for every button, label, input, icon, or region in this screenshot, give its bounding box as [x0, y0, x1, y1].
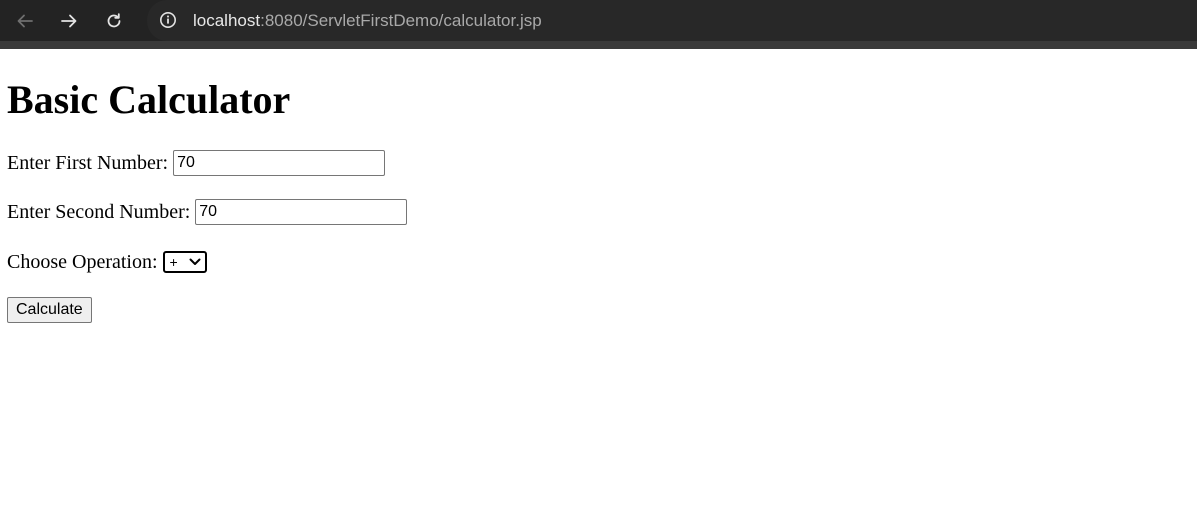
browser-toolbar: localhost:8080/ServletFirstDemo/calculat… — [0, 0, 1197, 49]
toolbar-divider — [0, 41, 1197, 49]
chevron-down-icon — [189, 258, 201, 265]
second-number-label: Enter Second Number: — [7, 201, 191, 223]
reload-button[interactable] — [99, 6, 129, 36]
first-number-label: Enter First Number: — [7, 152, 169, 174]
first-number-row: Enter First Number: — [7, 150, 386, 176]
url-path: :8080/ServletFirstDemo/calculator.jsp — [260, 11, 542, 30]
url-text[interactable]: localhost:8080/ServletFirstDemo/calculat… — [193, 10, 542, 31]
operation-label: Choose Operation: — [7, 251, 158, 273]
operation-select[interactable]: + — [162, 251, 207, 273]
operation-selected-value: + — [169, 254, 178, 270]
reload-icon — [107, 13, 121, 28]
operation-row: Choose Operation: + — [7, 250, 207, 274]
back-button[interactable] — [10, 6, 40, 36]
forward-arrow-icon — [61, 14, 77, 28]
back-arrow-icon — [17, 14, 33, 28]
second-number-input[interactable] — [195, 199, 408, 225]
site-info-icon[interactable] — [159, 11, 177, 29]
calculate-button[interactable]: Calculate — [7, 297, 92, 323]
second-number-row: Enter Second Number: — [7, 199, 408, 225]
url-host: localhost — [193, 11, 261, 30]
first-number-input[interactable] — [173, 150, 386, 176]
page-content: Basic Calculator Enter First Number: Ent… — [0, 49, 1197, 510]
page-title: Basic Calculator — [7, 77, 291, 122]
forward-button[interactable] — [54, 6, 84, 36]
